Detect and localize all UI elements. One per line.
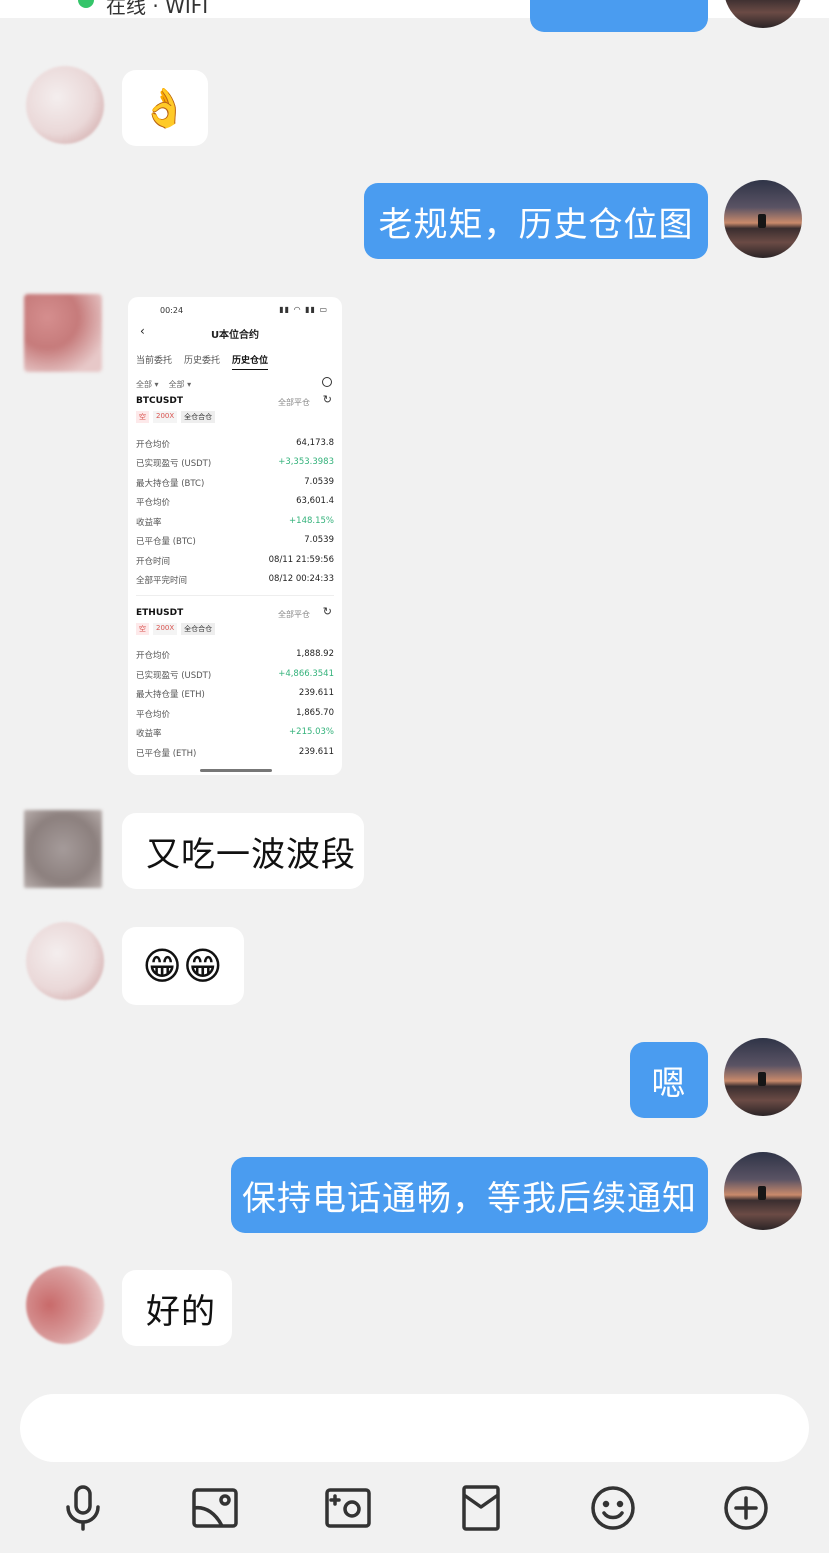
screenshot-filters: 全部 ▾ 全部 ▾ <box>136 379 191 390</box>
share-icon: ↻ <box>322 393 332 406</box>
position-row: 已平仓量 (ETH) 239.611 <box>136 747 334 759</box>
position-row: 已实现盈亏 (USDT) +3,353.3983 <box>136 457 334 469</box>
self-avatar[interactable] <box>724 1038 802 1116</box>
position-row: 平仓均价 1,865.70 <box>136 708 334 720</box>
screenshot-status-icons: ▮▮ ◠ ▮▮ ▭ <box>279 305 328 314</box>
previous-outgoing-bubble[interactable] <box>530 0 708 32</box>
outgoing-message-bubble[interactable]: 保持电话通畅，等我后续通知 <box>231 1157 708 1233</box>
image-icon[interactable] <box>191 1484 239 1532</box>
position-row: 开仓均价 64,173.8 <box>136 438 334 450</box>
screenshot-title: U本位合约 <box>210 330 260 341</box>
contact-avatar[interactable] <box>26 1266 104 1344</box>
filter-1: 全部 ▾ <box>136 380 159 389</box>
incoming-message-bubble[interactable]: 好的 <box>122 1270 232 1346</box>
plus-icon[interactable] <box>722 1484 770 1532</box>
tag-leverage: 200X <box>153 411 178 423</box>
contact-avatar[interactable] <box>26 66 104 144</box>
position-row: 收益率 +148.15% <box>136 516 334 528</box>
close-all-label: 全部平仓 <box>278 398 310 407</box>
position-row: 平仓均价 63,601.4 <box>136 496 334 508</box>
tag-margin-mode: 全仓合仓 <box>181 411 216 423</box>
message-text: 嗯 <box>651 1063 687 1104</box>
position-row: 收益率 +215.03% <box>136 727 334 739</box>
position-symbol: ETHUSDT <box>136 608 184 618</box>
tab-current-orders: 当前委托 <box>136 356 173 366</box>
tag-margin-mode: 全仓合仓 <box>181 623 216 635</box>
online-status-text: 在线 · WIFI <box>106 0 209 18</box>
position-tags: 空 200X 全仓合仓 <box>136 411 216 423</box>
camera-icon[interactable] <box>324 1484 372 1532</box>
image-message-screenshot[interactable]: 00:24 ▮▮ ◠ ▮▮ ▭ ‹ U本位合约 当前委托 历史委托 历史仓位 全… <box>128 297 342 775</box>
position-row: 已平仓量 (BTC) 7.0539 <box>136 535 334 547</box>
contact-avatar[interactable] <box>26 922 104 1000</box>
screenshot-time: 00:24 <box>160 306 184 315</box>
screenshot-tabs: 当前委托 历史委托 历史仓位 <box>136 353 269 370</box>
tab-position-history: 历史仓位 <box>232 353 269 370</box>
divider <box>136 595 334 596</box>
position-symbol: BTCUSDT <box>136 396 184 406</box>
filter-2: 全部 ▾ <box>168 380 192 389</box>
tag-short: 空 <box>136 623 149 635</box>
self-avatar[interactable] <box>724 1152 802 1230</box>
position-row: 已实现盈亏 (USDT) +4,866.3541 <box>136 669 334 681</box>
home-indicator <box>200 769 272 772</box>
tag-leverage: 200X <box>153 623 178 635</box>
message-text: 保持电话通畅，等我后续通知 <box>242 1178 697 1219</box>
ok-hand-emoji: 👌 <box>140 85 190 130</box>
incoming-message-bubble[interactable]: 又吃一波波段 <box>122 813 364 889</box>
position-row: 最大持仓量 (BTC) 7.0539 <box>136 477 334 489</box>
red-packet-icon[interactable] <box>457 1484 505 1532</box>
emoji-message-bubble[interactable]: 😁😁 <box>122 927 244 1005</box>
message-text: 好的 <box>146 1291 216 1332</box>
emoji-message-bubble[interactable]: 👌 <box>122 70 208 146</box>
position-row: 全部平完时间 08/12 00:24:33 <box>136 574 334 586</box>
message-text: 老规矩，历史仓位图 <box>378 204 694 245</box>
position-row: 开仓时间 08/11 21:59:56 <box>136 555 334 567</box>
close-all-label: 全部平仓 <box>278 610 310 619</box>
mic-icon[interactable] <box>59 1484 107 1532</box>
position-tags: 空 200X 全仓合仓 <box>136 623 216 635</box>
share-icon: ↻ <box>322 605 332 618</box>
outgoing-message-bubble[interactable]: 嗯 <box>630 1042 708 1118</box>
position-row: 最大持仓量 (ETH) 239.611 <box>136 688 334 700</box>
emoji-icon[interactable] <box>589 1484 637 1532</box>
self-avatar[interactable] <box>724 0 802 28</box>
outgoing-message-bubble[interactable]: 老规矩，历史仓位图 <box>364 183 708 259</box>
online-dot-icon <box>78 0 94 8</box>
position-row: 开仓均价 1,888.92 <box>136 649 334 661</box>
contact-avatar[interactable] <box>24 810 102 888</box>
message-input[interactable] <box>20 1394 809 1462</box>
tab-order-history: 历史委托 <box>184 356 221 366</box>
grin-emoji: 😁😁 <box>142 944 224 988</box>
message-text: 又吃一波波段 <box>146 834 356 875</box>
clock-icon <box>322 377 332 387</box>
contact-avatar[interactable] <box>24 294 102 372</box>
tag-short: 空 <box>136 411 149 423</box>
self-avatar[interactable] <box>724 180 802 258</box>
